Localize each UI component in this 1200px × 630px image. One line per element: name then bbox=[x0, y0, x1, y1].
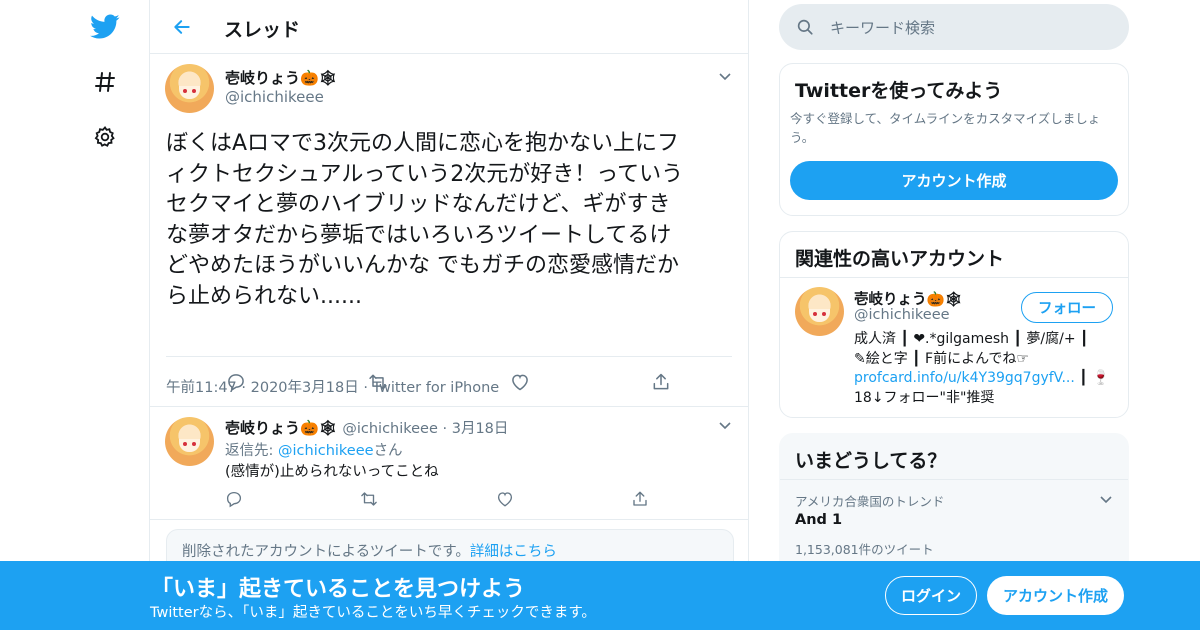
avatar[interactable] bbox=[165, 64, 214, 113]
related-card-title: 関連性の高いアカウント bbox=[795, 248, 1005, 270]
gear-icon[interactable] bbox=[90, 122, 120, 152]
avatar[interactable] bbox=[795, 287, 844, 336]
like-icon[interactable] bbox=[509, 371, 531, 393]
login-button[interactable]: ログイン bbox=[885, 576, 977, 615]
trend-count: 1,153,081件のツイート bbox=[795, 542, 934, 557]
account-name[interactable]: 壱岐りょう🎃🕸 bbox=[854, 288, 963, 309]
bio-line: 成人済 ┃ ❤︎.*gilgamesh ┃ 夢/腐/+ ┃ bbox=[854, 331, 1089, 347]
trends-card-title: いまどうしてる？ bbox=[795, 450, 947, 472]
separator: · bbox=[442, 421, 448, 437]
retweet-icon[interactable] bbox=[358, 488, 380, 510]
share-icon[interactable] bbox=[650, 371, 672, 393]
signup-banner: 「いま」起きていることを見つけよう Twitterなら、「いま」起きていることを… bbox=[0, 561, 1200, 630]
author-name[interactable]: 壱岐りょう🎃🕸 bbox=[225, 419, 338, 437]
reply-to-handle[interactable]: @ichichikeee bbox=[278, 443, 374, 459]
search-box[interactable]: キーワード検索 bbox=[779, 4, 1129, 50]
divider bbox=[166, 356, 732, 357]
reply-tweet[interactable]: 壱岐りょう🎃🕸 @ichichikeee · 3月18日 返信先: @ichic… bbox=[150, 406, 748, 520]
bio-line: ✎︎絵と字 ┃ F前によんでね☞ bbox=[854, 350, 1029, 367]
search-icon bbox=[796, 18, 814, 40]
author-handle[interactable]: @ichichikeee bbox=[342, 421, 438, 437]
reply-icon[interactable] bbox=[223, 488, 245, 510]
bio-link[interactable]: profcard.info/u/k4Y39gq7gyfV... bbox=[854, 370, 1075, 386]
trends-card: いまどうしてる？ アメリカ合衆国のトレンド And 1 1,153,081件のツ… bbox=[779, 433, 1129, 573]
main-column: スレッド 壱岐りょう🎃🕸 @ichichikeee ぼくはAロマで3次元の人間に… bbox=[149, 0, 749, 630]
reply-header: 壱岐りょう🎃🕸 @ichichikeee · 3月18日 bbox=[225, 417, 508, 438]
related-accounts-card: 関連性の高いアカウント 壱岐りょう🎃🕸 @ichichikeee フォロー 成人… bbox=[779, 231, 1129, 418]
divider bbox=[780, 277, 1128, 278]
reply-to-label: 返信先: bbox=[225, 443, 278, 459]
search-placeholder: キーワード検索 bbox=[830, 19, 936, 37]
left-nav bbox=[0, 0, 150, 630]
account-bio: 成人済 ┃ ❤︎.*gilgamesh ┃ 夢/腐/+ ┃ ✎︎絵と字 ┃ F前… bbox=[854, 330, 1120, 408]
author-handle[interactable]: @ichichikeee bbox=[225, 88, 324, 106]
reply-text: (感情が)止められないってことね bbox=[225, 464, 439, 480]
signup-card-title: Twitterを使ってみよう bbox=[795, 80, 1003, 102]
bio-line: ┃ 🍷 bbox=[1074, 370, 1110, 386]
deleted-notice-text: 削除されたアカウントによるツイートです。 bbox=[182, 544, 470, 560]
follow-button[interactable]: フォロー bbox=[1021, 292, 1113, 323]
chevron-down-icon[interactable] bbox=[717, 68, 733, 84]
signup-button[interactable]: アカウント作成 bbox=[987, 576, 1124, 615]
chevron-down-icon[interactable] bbox=[1098, 491, 1114, 507]
hashtag-icon[interactable] bbox=[90, 67, 120, 97]
page-title: スレッド bbox=[224, 19, 301, 41]
banner-subtitle: Twitterなら、「いま」起きていることをいち早くチェックできます。 bbox=[150, 605, 596, 621]
author-name[interactable]: 壱岐りょう🎃🕸 bbox=[225, 67, 338, 88]
learn-more-link[interactable]: 詳細はこちら bbox=[470, 544, 557, 560]
retweet-icon[interactable] bbox=[367, 371, 389, 393]
create-account-button[interactable]: アカウント作成 bbox=[790, 161, 1118, 200]
like-icon[interactable] bbox=[494, 488, 516, 510]
chevron-down-icon[interactable] bbox=[717, 417, 733, 433]
account-handle[interactable]: @ichichikeee bbox=[854, 307, 950, 323]
reply-date[interactable]: 3月18日 bbox=[452, 421, 509, 437]
share-icon[interactable] bbox=[629, 488, 651, 510]
back-arrow-icon[interactable] bbox=[168, 13, 196, 41]
reply-to: 返信先: @ichichikeeeさん bbox=[225, 439, 403, 460]
signup-card-desc: 今すぐ登録して、タイムラインをカスタマイズしましょう。 bbox=[790, 111, 1101, 145]
main-tweet: 壱岐りょう🎃🕸 @ichichikeee ぼくはAロマで3次元の人間に恋心を抱か… bbox=[150, 54, 748, 406]
trend-location: アメリカ合衆国のトレンド bbox=[795, 494, 945, 509]
tweet-text: ぼくはAロマで3次元の人間に恋心を抱かない上にフ ィクトセクシュアルっていう2次… bbox=[166, 131, 684, 309]
thread-header: スレッド bbox=[150, 0, 748, 54]
tweet-client: Twitter for iPhone bbox=[372, 380, 500, 396]
bio-line: 18↓フォロー"非"推奨 bbox=[854, 389, 995, 406]
divider bbox=[780, 479, 1128, 480]
reply-to-suffix: さん bbox=[373, 443, 403, 459]
signup-card: Twitterを使ってみよう 今すぐ登録して、タイムラインをカスタマイズしましょ… bbox=[779, 63, 1129, 216]
trend-topic[interactable]: And 1 bbox=[795, 512, 842, 528]
tweet-date[interactable]: 2020年3月18日 bbox=[251, 380, 359, 396]
tweet-meta: 午前11:47 · 2020年3月18日 · Twitter for iPhon… bbox=[166, 376, 499, 397]
banner-title: 「いま」起きていることを見つけよう bbox=[151, 577, 526, 602]
reply-icon[interactable] bbox=[225, 371, 247, 393]
avatar[interactable] bbox=[165, 417, 214, 466]
twitter-bird-icon[interactable] bbox=[90, 12, 120, 42]
